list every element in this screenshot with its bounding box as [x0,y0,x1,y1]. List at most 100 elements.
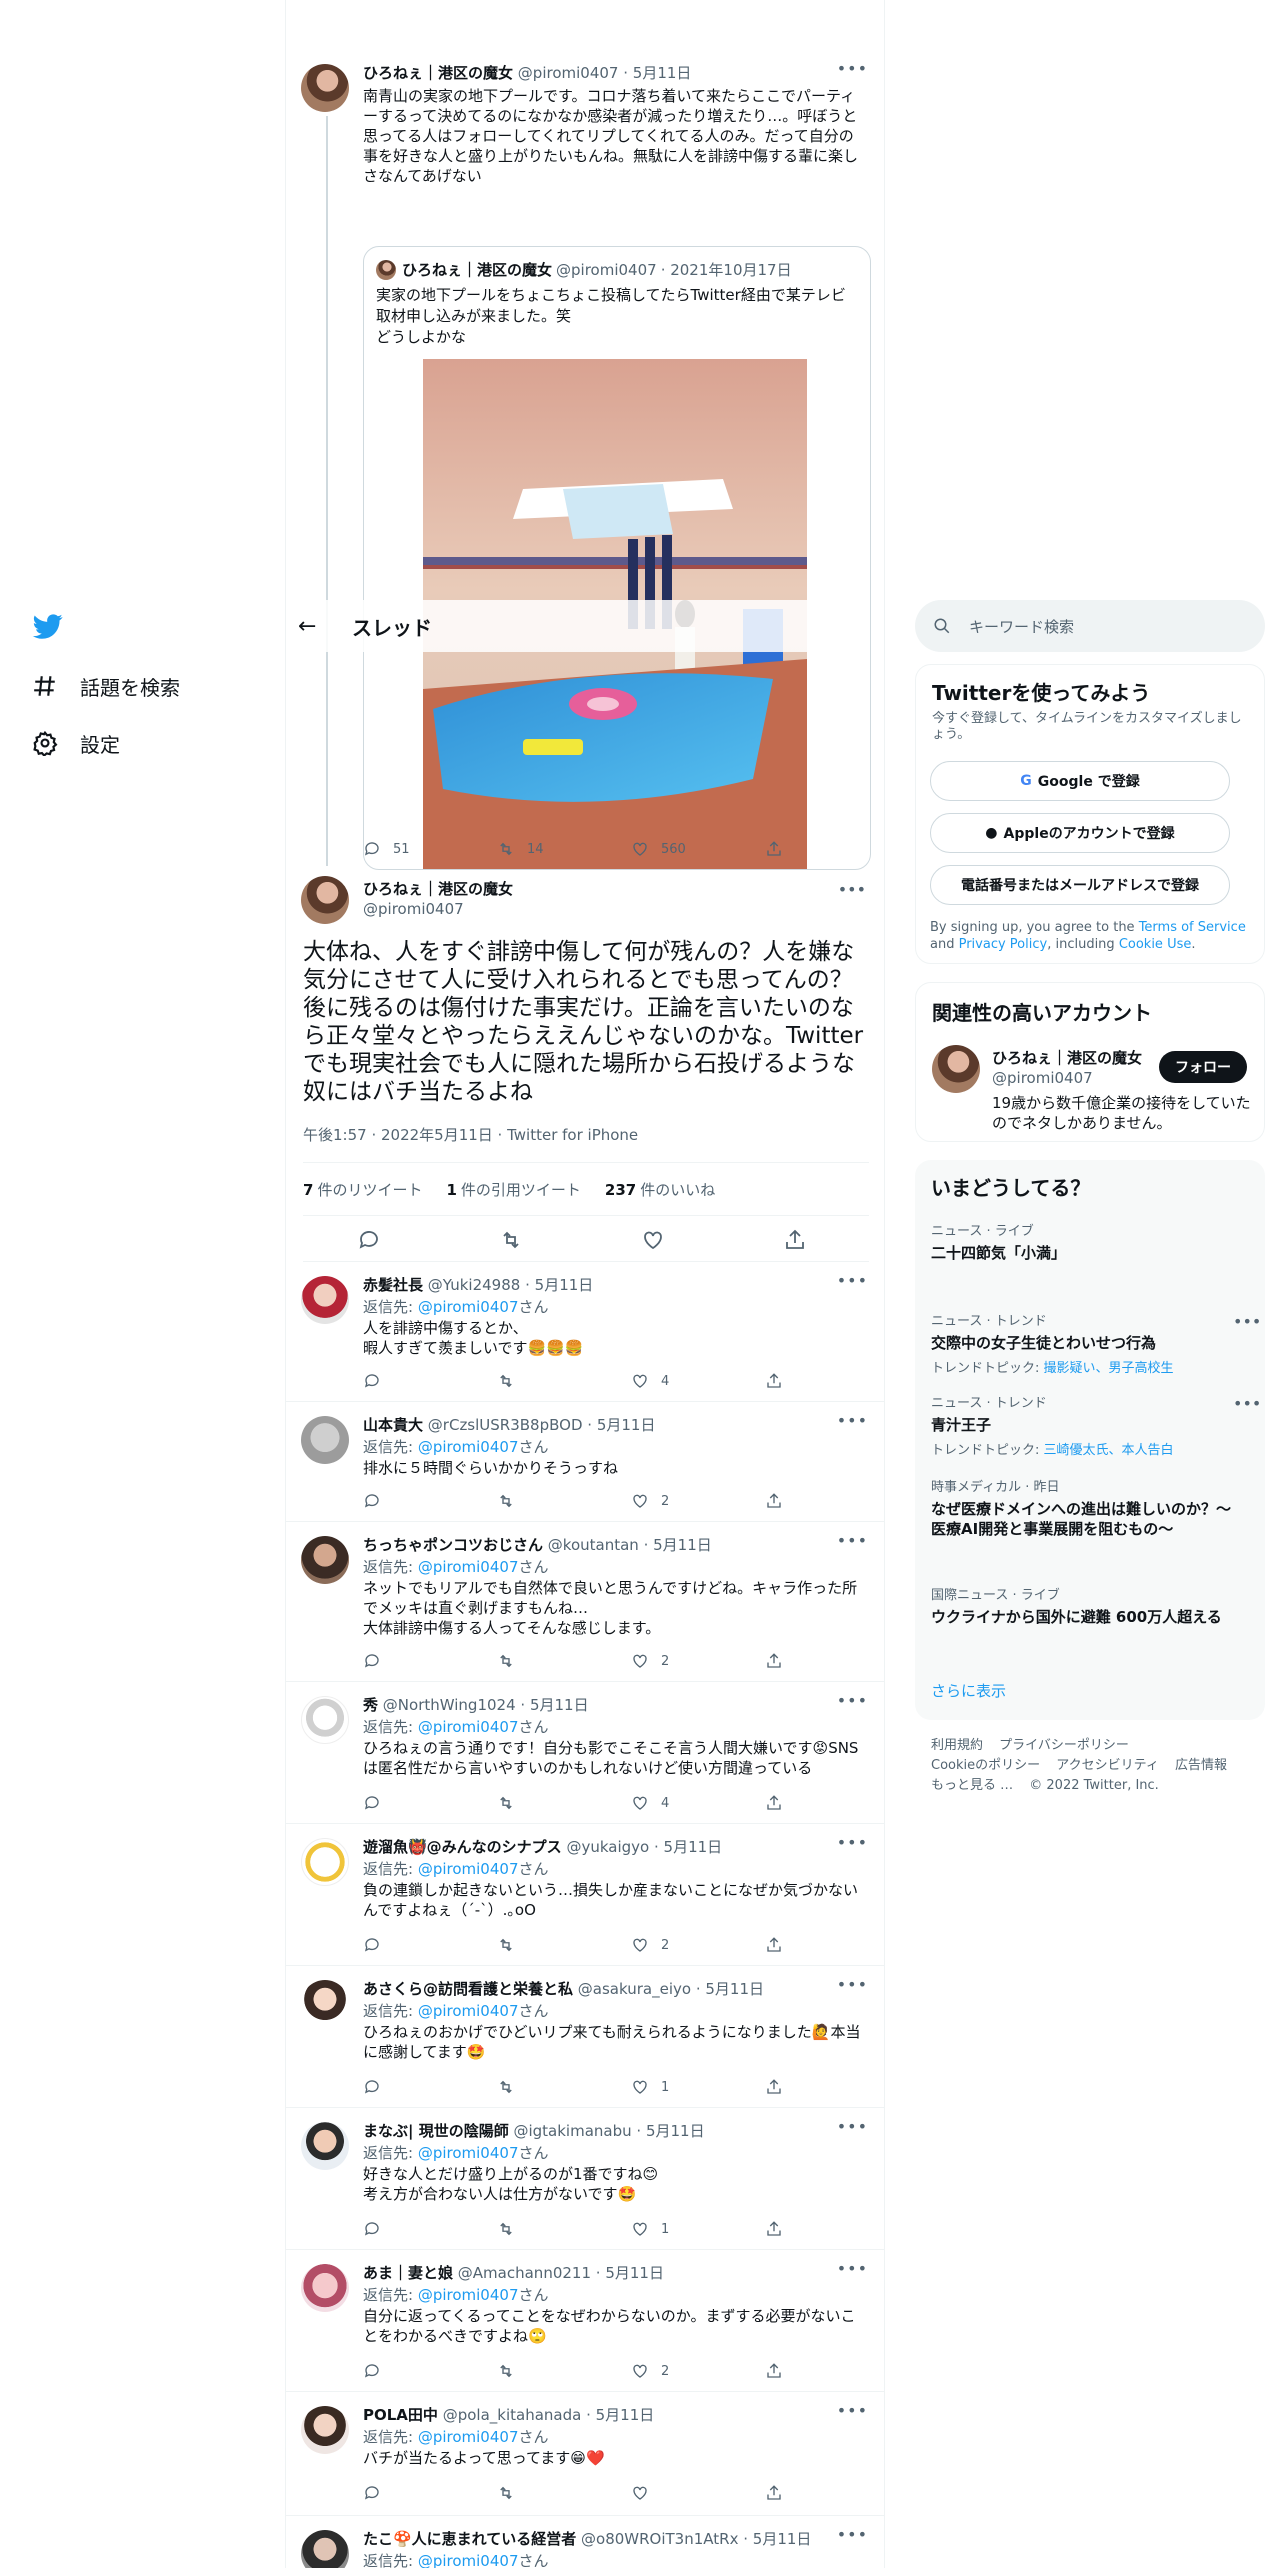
author-handle[interactable]: @igtakimanabu [513,2122,631,2140]
reply-tweet[interactable]: ちっちゃポンコツおじさん @koutantan · 5月11日 ••• 返信先: @… [286,1522,884,1682]
more-options-icon[interactable]: ••• [837,1833,868,1852]
retweet-button[interactable] [497,1492,515,1510]
retweet-button[interactable] [497,2220,515,2238]
reply-icon[interactable] [357,1228,381,1252]
footer-link[interactable]: 利用規約 [931,1738,983,1753]
like-button[interactable]: 560 [631,840,686,858]
author-handle[interactable]: @Amachann0211 [458,2264,591,2282]
author-handle[interactable]: @rCzslUSR3B8pBOD [428,1416,583,1434]
cookie-link[interactable]: Cookie Use [1119,937,1192,952]
share-icon[interactable] [783,1228,807,1252]
follow-button[interactable]: フォロー [1159,1051,1247,1083]
like-button[interactable] [631,2484,661,2502]
retweet-button[interactable] [497,1794,515,1812]
more-options-icon[interactable]: ••• [837,1271,868,1290]
like-button[interactable]: 1 [631,2220,669,2238]
footer-link[interactable]: もっと見る … [931,1778,1013,1793]
mention-link[interactable]: @piromi0407 [418,2144,519,2162]
mention-link[interactable]: @piromi0407 [418,2552,519,2568]
avatar[interactable] [301,1980,349,2028]
more-options-icon[interactable]: ••• [1233,1394,1261,1413]
retweet-button[interactable] [497,1936,515,1954]
like-button[interactable]: 4 [631,1372,669,1390]
twitter-logo-icon[interactable] [31,611,65,641]
avatar[interactable] [301,2406,349,2454]
quoted-tweet[interactable]: ひろねぇ｜港区の魔女 @piromi0407 · 2021年10月17日 実家の… [363,246,871,870]
tweet-date[interactable]: · 5月11日 [596,2264,664,2282]
nav-item-explore[interactable]: 話題を検索 [32,666,180,706]
mention-link[interactable]: @piromi0407 [418,2286,519,2304]
mention-link[interactable]: @piromi0407 [418,2428,519,2446]
phone-signup-button[interactable]: 電話番号またはメールアドレスで登録 [930,865,1230,905]
privacy-link[interactable]: Privacy Policy [959,937,1048,952]
reply-tweet[interactable]: まなぶ| 現世の陰陽師 @igtakimanabu · 5月11日 ••• 返信先:… [286,2108,884,2250]
author-name[interactable]: ちっちゃポンコツおじさん [363,1536,543,1554]
author-name[interactable]: あま｜妻と娘 [363,2264,453,2282]
tweet-date[interactable]: · 5月11日 [636,2122,704,2140]
apple-signup-button[interactable]: ● Appleのアカウントで登録 [930,813,1230,853]
reply-button[interactable] [363,1652,381,1670]
mention-link[interactable]: @piromi0407 [418,1438,519,1456]
parent-tweet[interactable]: ひろねぇ｜港区の魔女 @piromi0407 · 5月11日 ••• 南青山の実… [286,50,884,870]
more-options-icon[interactable]: ••• [837,1531,868,1550]
google-signup-button[interactable]: G Google で登録 [930,761,1230,801]
author-handle[interactable]: @NorthWing1024 [383,1696,516,1714]
more-options-icon[interactable]: ••• [1233,1312,1261,1331]
author-handle[interactable]: @pola_kitahanada [443,2406,582,2424]
footer-link[interactable]: 広告情報 [1175,1758,1227,1773]
avatar[interactable] [301,1696,349,1744]
main-tweet-meta[interactable]: 午後1:57 · 2022年5月11日 · Twitter for iPhone [303,1124,638,1145]
share-button[interactable] [765,1492,783,1510]
footer-link[interactable]: Cookieのポリシー [931,1758,1040,1773]
mention-link[interactable]: @piromi0407 [418,2002,519,2020]
author-name[interactable]: 秀 [363,1696,378,1714]
tweet-date[interactable]: · 5月11日 [654,1838,722,1856]
reply-tweet[interactable]: 赤髪社長 @Yuki24988 · 5月11日 ••• 返信先: @piromi04… [286,1262,884,1402]
reply-button[interactable] [363,2362,381,2380]
reply-button[interactable] [363,1492,381,1510]
more-options-icon[interactable]: ••• [837,2117,868,2136]
share-button[interactable] [765,2220,783,2238]
mention-link[interactable]: @piromi0407 [418,1860,519,1878]
author-name[interactable]: 赤髪社長 [363,1276,423,1294]
avatar[interactable] [301,64,349,112]
more-options-icon[interactable]: ••• [837,2525,868,2544]
nav-item-settings[interactable]: 設定 [32,723,120,763]
trend-topic-link[interactable]: 撮影疑い、男子高校生 [1044,1361,1174,1376]
footer-link[interactable]: プライバシーポリシー [999,1738,1129,1753]
share-button[interactable] [765,1794,783,1812]
avatar[interactable] [301,2264,349,2312]
author-name[interactable]: あさくら@訪問看護と栄養と私 [363,1980,573,1998]
quote-stat[interactable]: 1 件の引用ツイート [446,1179,580,1200]
like-button[interactable]: 2 [631,1652,669,1670]
reply-tweet[interactable]: 秀 @NorthWing1024 · 5月11日 ••• 返信先: @piromi0… [286,1682,884,1824]
share-button[interactable] [765,2362,783,2380]
reply-button[interactable] [363,1372,381,1390]
tweet-date[interactable]: · 5月11日 [520,1696,588,1714]
share-button[interactable] [765,1936,783,1954]
like-button[interactable]: 2 [631,2362,669,2380]
more-options-icon[interactable]: ••• [837,1411,868,1430]
more-options-icon[interactable]: ••• [837,2259,868,2278]
retweet-button[interactable] [497,1652,515,1670]
retweet-button[interactable] [497,1372,515,1390]
like-button[interactable]: 2 [631,1492,669,1510]
avatar[interactable] [301,1536,349,1584]
author-name[interactable]: 遊溜魚👹@みんなのシナプス [363,1838,562,1856]
more-options-icon[interactable]: ••• [838,880,866,899]
avatar[interactable] [301,2530,349,2568]
avatar[interactable] [932,1045,980,1093]
share-button[interactable] [765,1652,783,1670]
footer-link[interactable]: アクセシビリティ [1056,1758,1159,1773]
tweet-date[interactable]: · 5月11日 [586,2406,654,2424]
main-tweet-avatar[interactable] [301,876,349,924]
like-stat[interactable]: 237 件のいいね [605,1179,715,1200]
reply-tweet[interactable]: 遊溜魚👹@みんなのシナプス @yukaigyo · 5月11日 ••• 返信先: @… [286,1824,884,1966]
main-author-name[interactable]: ひろねぇ｜港区の魔女 [363,878,513,899]
author-handle[interactable]: @piromi0407 [518,64,619,82]
author-handle[interactable]: @koutantan [548,1536,639,1554]
retweet-button[interactable] [497,2362,515,2380]
trend-item[interactable]: ニュース · トレンド 青汁王子 トレンドトピック: 三崎優太氏、本人告白 [931,1392,1241,1458]
footer-link[interactable]: © 2022 Twitter, Inc. [1029,1778,1159,1793]
author-name[interactable]: たこ🍄人に恵まれている経営者 [363,2530,576,2548]
